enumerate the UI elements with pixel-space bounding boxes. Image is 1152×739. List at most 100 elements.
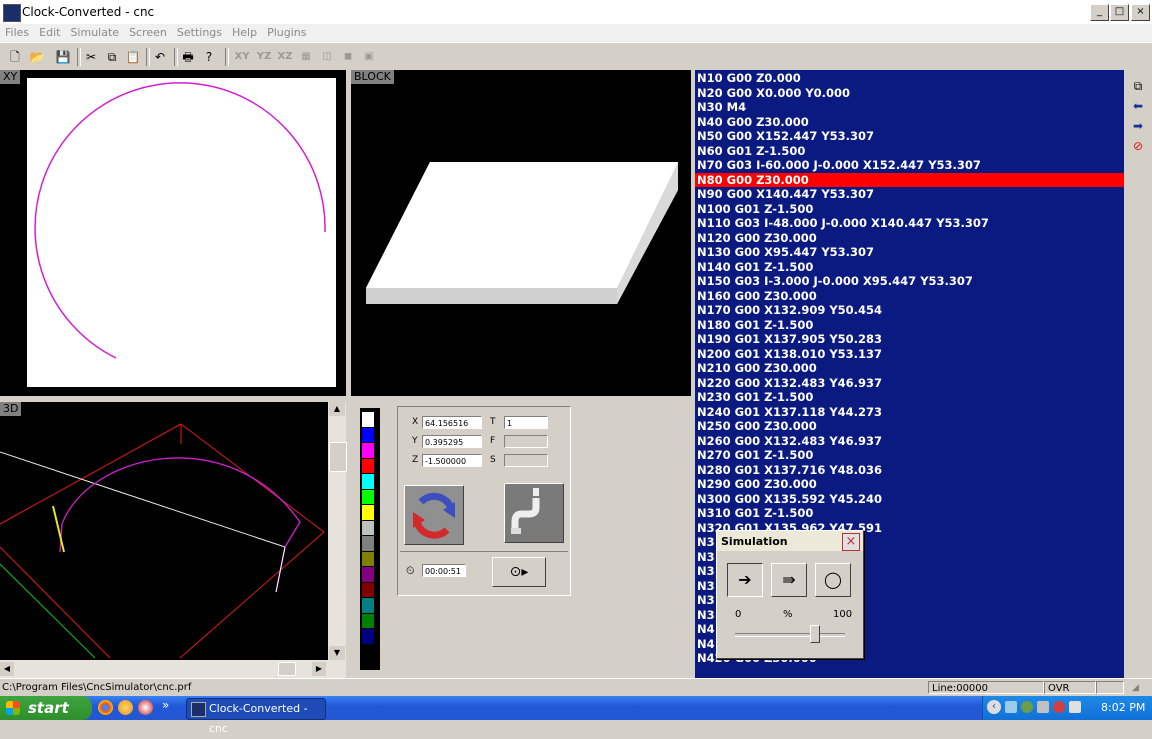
code-line[interactable]: N190 G01 X137.905 Y50.283 xyxy=(695,332,1124,347)
view-xz-button[interactable]: XZ xyxy=(275,47,295,67)
code-line[interactable]: N220 G00 X132.483 Y46.937 xyxy=(695,376,1124,391)
3d-view-panel[interactable]: 3D ▲ ▼ ◀ ▶ xyxy=(0,402,347,678)
step-button[interactable]: ⇛ xyxy=(771,563,807,597)
code-line[interactable]: N180 G01 Z-1.500 xyxy=(695,318,1124,333)
taskbar-window-button[interactable]: Clock-Converted - cnc xyxy=(186,698,326,735)
code-line[interactable]: N270 G01 Z-1.500 xyxy=(695,448,1124,463)
code-line[interactable]: N90 G00 X140.447 Y53.307 xyxy=(695,187,1124,202)
palette-swatch[interactable] xyxy=(362,489,374,504)
palette-swatch[interactable] xyxy=(362,427,374,442)
quicklaunch-chevron-icon[interactable]: » xyxy=(162,698,169,712)
code-line[interactable]: N130 G00 X95.447 Y53.307 xyxy=(695,245,1124,260)
palette-swatch[interactable] xyxy=(362,551,374,566)
scroll-down-arrow[interactable]: ▼ xyxy=(329,646,345,660)
block-view-panel[interactable]: BLOCK xyxy=(351,70,691,396)
view-grid-icon[interactable]: ▦ xyxy=(296,47,316,67)
code-line[interactable]: N10 G00 Z0.000 xyxy=(695,71,1124,86)
run-button[interactable]: ➔ xyxy=(727,563,763,597)
code-line[interactable]: N310 G01 Z-1.500 xyxy=(695,506,1124,521)
scroll-up-arrow[interactable]: ▲ xyxy=(329,402,345,416)
start-button[interactable]: start xyxy=(0,696,92,720)
resize-grip-icon[interactable]: ◢ xyxy=(1132,683,1139,693)
speed-slider-thumb[interactable] xyxy=(810,625,821,643)
close-button[interactable]: × xyxy=(1131,4,1150,21)
cut-icon[interactable]: ✂ xyxy=(81,47,101,67)
security-icon[interactable] xyxy=(1021,701,1033,713)
view-yz-button[interactable]: YZ xyxy=(254,47,274,67)
palette-swatch[interactable] xyxy=(362,520,374,535)
scroll-thumb[interactable] xyxy=(329,442,347,472)
save-icon[interactable]: 💾 xyxy=(53,47,73,67)
code-line[interactable]: N140 G01 Z-1.500 xyxy=(695,260,1124,275)
device-icon[interactable] xyxy=(1069,701,1081,713)
coolant-pipe-icon[interactable] xyxy=(504,483,564,543)
arrow-left-icon[interactable]: ⬅ xyxy=(1130,98,1146,114)
code-line[interactable]: N60 G01 Z-1.500 xyxy=(695,144,1124,159)
horizontal-scrollbar[interactable]: ◀ ▶ xyxy=(0,660,328,678)
code-line[interactable]: N210 G00 Z30.000 xyxy=(695,361,1124,376)
maximize-button[interactable]: □ xyxy=(1110,4,1129,21)
code-line[interactable]: N170 G00 X132.909 Y50.454 xyxy=(695,303,1124,318)
code-line[interactable]: N240 G01 X137.118 Y44.273 xyxy=(695,405,1124,420)
code-line[interactable]: N120 G00 Z30.000 xyxy=(695,231,1124,246)
help-icon[interactable]: ? xyxy=(199,47,219,67)
code-line[interactable]: N110 G03 I-48.000 J-0.000 X140.447 Y53.3… xyxy=(695,216,1124,231)
code-line[interactable]: N200 G01 X138.010 Y53.137 xyxy=(695,347,1124,362)
code-line[interactable]: N250 G00 Z30.000 xyxy=(695,419,1124,434)
menu-screen[interactable]: Screen xyxy=(124,24,172,41)
open-folder-icon[interactable]: 📂 xyxy=(27,47,47,67)
palette-swatch[interactable] xyxy=(362,536,374,551)
code-line[interactable]: N150 G03 I-3.000 J-0.000 X95.447 Y53.307 xyxy=(695,274,1124,289)
print-icon[interactable]: 🖶 xyxy=(178,47,198,67)
code-line[interactable]: N230 G01 Z-1.500 xyxy=(695,390,1124,405)
stop-icon[interactable]: ⊘ xyxy=(1130,138,1146,154)
view-xy-button[interactable]: XY xyxy=(232,47,252,67)
menu-files[interactable]: Files xyxy=(0,24,34,41)
speed-slider-track[interactable] xyxy=(735,633,845,637)
palette-swatch[interactable] xyxy=(362,598,374,613)
palette-swatch[interactable] xyxy=(362,629,374,644)
hscroll-thumb[interactable] xyxy=(278,662,296,676)
code-line[interactable]: N290 G00 Z30.000 xyxy=(695,477,1124,492)
minimize-button[interactable]: _ xyxy=(1090,4,1109,21)
media-icon[interactable] xyxy=(138,700,153,715)
code-line[interactable]: N50 G00 X152.447 Y53.307 xyxy=(695,129,1124,144)
palette-swatch[interactable] xyxy=(362,567,374,582)
view-layers-icon[interactable]: ◫ xyxy=(317,47,337,67)
tray-collapse-icon[interactable]: ‹ xyxy=(987,700,1001,714)
stop-button[interactable]: ◯ xyxy=(815,563,851,597)
view-solid-icon[interactable]: ◼ xyxy=(338,47,358,67)
alert-icon[interactable] xyxy=(1053,701,1065,713)
copy-icon[interactable]: ⧉ xyxy=(102,47,122,67)
palette-swatch[interactable] xyxy=(362,582,374,597)
code-line[interactable]: N30 M4 xyxy=(695,100,1124,115)
palette-swatch[interactable] xyxy=(362,505,374,520)
paste-icon[interactable]: 📋 xyxy=(123,47,143,67)
code-line[interactable]: N20 G00 X0.000 Y0.000 xyxy=(695,86,1124,101)
palette-swatch[interactable] xyxy=(362,412,374,427)
view-frame-icon[interactable]: ▣ xyxy=(359,47,379,67)
code-line-current[interactable]: N80 G00 Z30.000 xyxy=(695,172,1124,187)
chrome-icon[interactable] xyxy=(98,700,113,715)
menu-settings[interactable]: Settings xyxy=(172,24,227,41)
xy-view-panel[interactable]: XY xyxy=(0,70,346,396)
menu-simulate[interactable]: Simulate xyxy=(65,24,124,41)
single-step-button[interactable]: ⊙▸ xyxy=(492,557,546,587)
code-line[interactable]: N280 G01 X137.716 Y48.036 xyxy=(695,463,1124,478)
code-line[interactable]: N160 G00 Z30.000 xyxy=(695,289,1124,304)
scroll-right-arrow[interactable]: ▶ xyxy=(312,662,326,676)
menu-help[interactable]: Help xyxy=(227,24,262,41)
palette-swatch[interactable] xyxy=(362,443,374,458)
code-line[interactable]: N70 G03 I-60.000 J-0.000 X152.447 Y53.30… xyxy=(695,158,1124,173)
code-line[interactable]: N260 G00 X132.483 Y46.937 xyxy=(695,434,1124,449)
code-line[interactable]: N300 G00 X135.592 Y45.240 xyxy=(695,492,1124,507)
window-cascade-icon[interactable]: ⧉ xyxy=(1130,78,1146,94)
scroll-left-arrow[interactable]: ◀ xyxy=(0,662,14,676)
browser-icon[interactable] xyxy=(118,700,133,715)
code-line[interactable]: N100 G01 Z-1.500 xyxy=(695,202,1124,217)
network-icon[interactable] xyxy=(1005,701,1017,713)
volume-icon[interactable] xyxy=(1037,701,1049,713)
menu-edit[interactable]: Edit xyxy=(34,24,65,41)
code-line[interactable]: N40 G00 Z30.000 xyxy=(695,115,1124,130)
simulation-close-button[interactable]: × xyxy=(842,533,860,551)
